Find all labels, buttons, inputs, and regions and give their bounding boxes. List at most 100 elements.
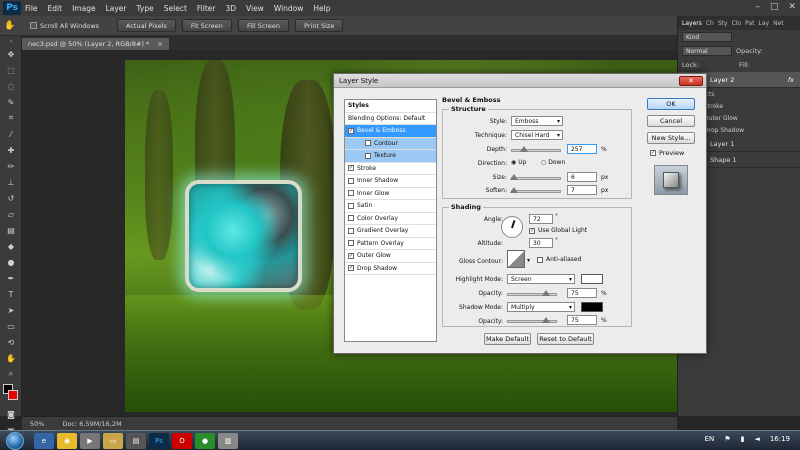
menu-layer[interactable]: Layer xyxy=(106,4,127,13)
style-item[interactable]: Gradient Overlay xyxy=(345,225,436,238)
highlight-opacity-knob[interactable] xyxy=(542,290,550,296)
menu-file[interactable]: File xyxy=(25,4,38,13)
gloss-contour-picker[interactable] xyxy=(507,250,525,268)
style-item[interactable]: Color Overlay xyxy=(345,213,436,225)
start-button[interactable] xyxy=(6,431,24,450)
style-item[interactable]: ✓ Drop Shadow xyxy=(345,263,436,275)
chrome-icon[interactable]: ◉ xyxy=(57,432,77,449)
move-tool-icon[interactable]: ✥ xyxy=(0,46,22,62)
volume-icon[interactable]: ◄ xyxy=(754,435,759,443)
3d-tool-icon[interactable]: ⟲ xyxy=(0,334,22,350)
type-tool-icon[interactable]: T xyxy=(0,286,22,302)
altitude-input[interactable]: 30 xyxy=(529,238,553,248)
size-slider[interactable] xyxy=(510,174,561,180)
menu-window[interactable]: Window xyxy=(274,4,304,13)
menu-edit[interactable]: Edit xyxy=(48,4,63,13)
highlight-opacity-slider[interactable] xyxy=(507,290,557,296)
shadow-opacity-slider[interactable] xyxy=(507,317,557,323)
direction-down-radio[interactable]: ○ Down xyxy=(541,159,565,166)
style-item-checkbox[interactable]: ✓ xyxy=(348,265,354,272)
photoshop-taskbar-icon[interactable]: Ps xyxy=(149,432,169,449)
gradient-tool-icon[interactable]: ▤ xyxy=(0,222,22,238)
scroll-all-windows-checkbox[interactable]: Scroll All Windows xyxy=(30,22,99,30)
menu-filter[interactable]: Filter xyxy=(197,4,216,13)
style-item-checkbox[interactable]: ✓ xyxy=(348,127,354,134)
kind-filter-select[interactable]: Kind xyxy=(682,32,732,42)
zoom-tool-icon[interactable]: ⌕ xyxy=(0,366,22,382)
style-item-checkbox[interactable] xyxy=(348,240,354,247)
style-item-checkbox[interactable]: ✓ xyxy=(348,252,354,259)
soften-input[interactable]: 7 xyxy=(567,185,597,195)
maximize-button[interactable]: □ xyxy=(770,2,779,12)
minimize-button[interactable]: – xyxy=(755,2,760,12)
menu-help[interactable]: Help xyxy=(313,4,330,13)
style-item-checkbox[interactable] xyxy=(348,215,354,222)
fit-screen-button[interactable]: Fit Screen xyxy=(181,19,232,32)
style-item[interactable]: ✓ Outer Glow xyxy=(345,250,436,263)
menu-select[interactable]: Select xyxy=(164,4,187,13)
style-item-checkbox[interactable] xyxy=(365,140,371,147)
document-tab[interactable]: nec3.psd @ 50% (Layer 2, RGB/8#) * × xyxy=(22,38,169,50)
shadow-opacity-knob[interactable] xyxy=(542,317,550,323)
soften-slider[interactable] xyxy=(510,187,561,193)
clone-stamp-tool-icon[interactable]: ⊥ xyxy=(0,174,22,190)
highlight-mode-select[interactable]: Screen xyxy=(507,274,575,284)
menu-image[interactable]: Image xyxy=(72,4,96,13)
media-player-icon[interactable]: ▶ xyxy=(80,432,100,449)
use-global-light-checkbox[interactable]: ✓ Use Global Light xyxy=(529,227,587,234)
tab-clone-source[interactable]: Clo xyxy=(732,20,742,27)
brush-tool-icon[interactable]: ✏ xyxy=(0,158,22,174)
direction-up-radio[interactable]: ◉ Up xyxy=(511,159,526,166)
tab-layer-comps[interactable]: Lay xyxy=(759,20,770,27)
zoom-level[interactable]: 50% xyxy=(30,420,44,428)
notes-icon[interactable]: ▥ xyxy=(218,432,238,449)
angle-dial[interactable] xyxy=(501,216,523,238)
pen-tool-icon[interactable]: ✒ xyxy=(0,270,22,286)
flag-icon[interactable]: ⚑ xyxy=(724,435,730,443)
style-select[interactable]: Emboss xyxy=(511,116,563,126)
style-item[interactable]: Texture xyxy=(345,150,436,163)
history-brush-tool-icon[interactable]: ↺ xyxy=(0,190,22,206)
soften-slider-knob[interactable] xyxy=(510,187,518,193)
gloss-contour-dropdown-icon[interactable]: ▾ xyxy=(527,257,530,264)
new-style-button[interactable]: New Style... xyxy=(647,132,695,144)
technique-select[interactable]: Chisel Hard xyxy=(511,130,563,140)
path-select-tool-icon[interactable]: ➤ xyxy=(0,302,22,318)
ok-button[interactable]: OK xyxy=(647,98,695,110)
tab-styles[interactable]: Sty xyxy=(718,20,728,27)
reset-to-default-button[interactable]: Reset to Default xyxy=(537,333,594,345)
actual-pixels-button[interactable]: Actual Pixels xyxy=(117,19,176,32)
style-item[interactable]: ✓ Bevel & Emboss xyxy=(345,125,436,138)
cancel-button[interactable]: Cancel xyxy=(647,115,695,127)
style-item-checkbox[interactable]: ✓ xyxy=(348,165,354,172)
anti-aliased-checkbox[interactable]: Anti-aliased xyxy=(537,256,581,263)
style-item[interactable]: Contour xyxy=(345,137,436,150)
angle-input[interactable]: 72 xyxy=(529,214,553,224)
preview-checkbox[interactable]: ✓ Preview xyxy=(650,149,684,157)
blur-tool-icon[interactable]: ◆ xyxy=(0,238,22,254)
dodge-tool-icon[interactable]: ● xyxy=(0,254,22,270)
shadow-opacity-input[interactable]: 75 xyxy=(567,315,597,325)
opera-icon[interactable]: O xyxy=(172,432,192,449)
make-default-button[interactable]: Make Default xyxy=(484,333,531,345)
styles-header[interactable]: Styles xyxy=(345,100,436,113)
green-app-icon[interactable]: ● xyxy=(195,432,215,449)
color-swatches[interactable] xyxy=(0,382,22,406)
blend-mode-select[interactable]: Normal xyxy=(682,46,732,56)
highlight-opacity-input[interactable]: 75 xyxy=(567,288,597,298)
highlight-color-swatch[interactable] xyxy=(581,274,603,284)
healing-tool-icon[interactable]: ✚ xyxy=(0,142,22,158)
tab-layers[interactable]: Layers xyxy=(682,20,702,27)
close-button[interactable]: ✕ xyxy=(788,2,796,12)
ie-icon[interactable]: e xyxy=(34,432,54,449)
shadow-color-swatch[interactable] xyxy=(581,302,603,312)
blending-options-item[interactable]: Blending Options: Default xyxy=(345,113,436,125)
dialog-close-button[interactable]: ✕ xyxy=(679,76,703,86)
document-tab-close-icon[interactable]: × xyxy=(157,40,162,48)
menu-view[interactable]: View xyxy=(246,4,264,13)
size-slider-knob[interactable] xyxy=(510,174,518,180)
style-item-checkbox[interactable] xyxy=(348,202,354,209)
style-item[interactable]: Inner Shadow xyxy=(345,175,436,188)
dialog-title-bar[interactable]: Layer Style ✕ xyxy=(334,74,706,88)
tab-channels[interactable]: Ch xyxy=(706,20,714,27)
